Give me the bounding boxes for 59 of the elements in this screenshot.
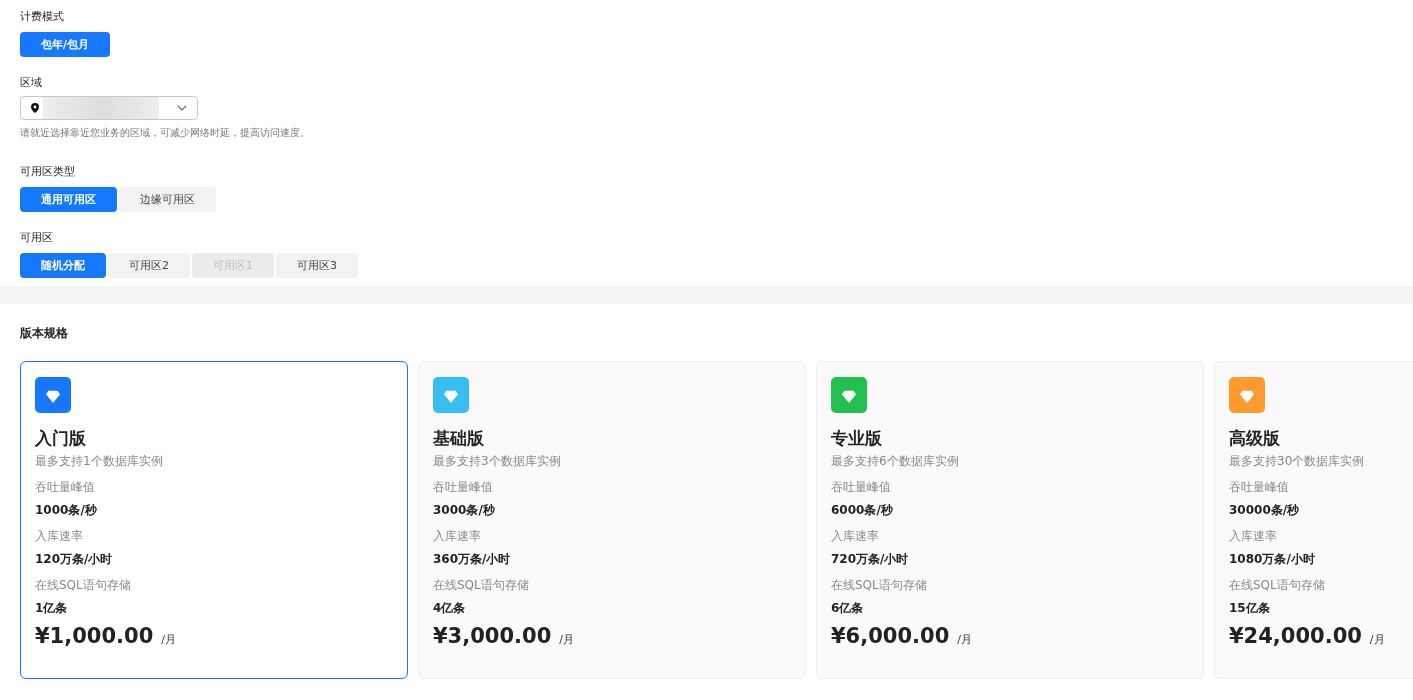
option-button[interactable]: 边缘可用区 [119, 187, 216, 212]
section-title: 版本规格 [20, 325, 68, 342]
plan-subtitle: 最多支持30个数据库实例 [1229, 453, 1365, 470]
spec-label: 在线SQL语句存储 [433, 577, 529, 594]
spec-value: 1亿条 [35, 600, 68, 617]
spec-value: 15亿条 [1229, 600, 1270, 617]
spec-label: 入库速率 [35, 528, 83, 545]
plan-name: 入门版 [35, 427, 86, 450]
plan-subtitle: 最多支持1个数据库实例 [35, 453, 163, 470]
spec-label: 在线SQL语句存储 [1229, 577, 1325, 594]
field-label: 可用区类型 [20, 164, 75, 179]
spec-value: 6000条/秒 [831, 502, 893, 519]
spec-label: 入库速率 [433, 528, 481, 545]
spec-label: 在线SQL语句存储 [831, 577, 927, 594]
plan-card[interactable]: 入门版 最多支持1个数据库实例 吞吐量峰值 1000条/秒 入库速率 120万条/小时 在线SQL语句存储 1亿条 ¥1,000.00 /月 [20, 361, 408, 679]
option-button[interactable]: 通用可用区 [20, 187, 117, 212]
spec-value: 3000条/秒 [433, 502, 495, 519]
option-button[interactable]: 随机分配 [20, 253, 106, 278]
location-pin-icon [31, 103, 39, 113]
spec-value: 30000条/秒 [1229, 502, 1300, 519]
spec-value: 720万条/小时 [831, 551, 909, 568]
field-label: 区域 [20, 75, 42, 90]
plan-subtitle: 最多支持3个数据库实例 [433, 453, 561, 470]
spec-label: 吞吐量峰值 [433, 479, 493, 496]
field-label: 可用区 [20, 230, 53, 245]
spec-value: 1000条/秒 [35, 502, 97, 519]
plan-card[interactable]: 专业版 最多支持6个数据库实例 吞吐量峰值 6000条/秒 入库速率 720万条/小时 在线SQL语句存储 6亿条 ¥6,000.00 /月 [816, 361, 1204, 679]
price-unit: /月 [1369, 632, 1385, 647]
plan-name: 高级版 [1229, 427, 1280, 450]
spec-label: 入库速率 [831, 528, 879, 545]
spec-value: 120万条/小时 [35, 551, 113, 568]
spec-label: 在线SQL语句存储 [35, 577, 131, 594]
spec-label: 吞吐量峰值 [831, 479, 891, 496]
spec-value: 6亿条 [831, 600, 864, 617]
price: ¥6,000.00 [831, 624, 950, 648]
price-unit: /月 [957, 632, 972, 647]
plan-subtitle: 最多支持6个数据库实例 [831, 453, 959, 470]
price: ¥3,000.00 [433, 624, 552, 648]
option-button[interactable]: 可用区2 [108, 253, 190, 278]
plan-card[interactable]: 基础版 最多支持3个数据库实例 吞吐量峰值 3000条/秒 入库速率 360万条/小时 在线SQL语句存储 4亿条 ¥3,000.00 /月 [418, 361, 806, 679]
spec-label: 吞吐量峰值 [1229, 479, 1289, 496]
plan-name: 基础版 [433, 427, 484, 450]
spec-label: 吞吐量峰值 [35, 479, 95, 496]
price-unit: /月 [559, 632, 574, 647]
plan-card[interactable]: 高级版 最多支持30个数据库实例 吞吐量峰值 30000条/秒 入库速率 1080万条/小时 在线SQL语句存储 15亿条 ¥24,000.00 /月 [1214, 361, 1413, 679]
price-unit: /月 [161, 632, 176, 647]
plan-name: 专业版 [831, 427, 882, 450]
spec-label: 入库速率 [1229, 528, 1277, 545]
hint-text: 请就近选择靠近您业务的区域，可减少网络时延，提高访问速度。 [20, 126, 310, 140]
chevron-down-icon [177, 105, 187, 111]
option-button[interactable]: 包年/包月 [20, 32, 111, 57]
field-label: 计费模式 [20, 9, 64, 24]
spec-value: 360万条/小时 [433, 551, 511, 568]
spec-value: 4亿条 [433, 600, 466, 617]
price: ¥24,000.00 [1229, 624, 1362, 648]
option-button[interactable]: 可用区3 [276, 253, 358, 278]
region-select[interactable] [20, 96, 198, 120]
price: ¥1,000.00 [35, 624, 154, 648]
spec-value: 1080万条/小时 [1229, 551, 1315, 568]
